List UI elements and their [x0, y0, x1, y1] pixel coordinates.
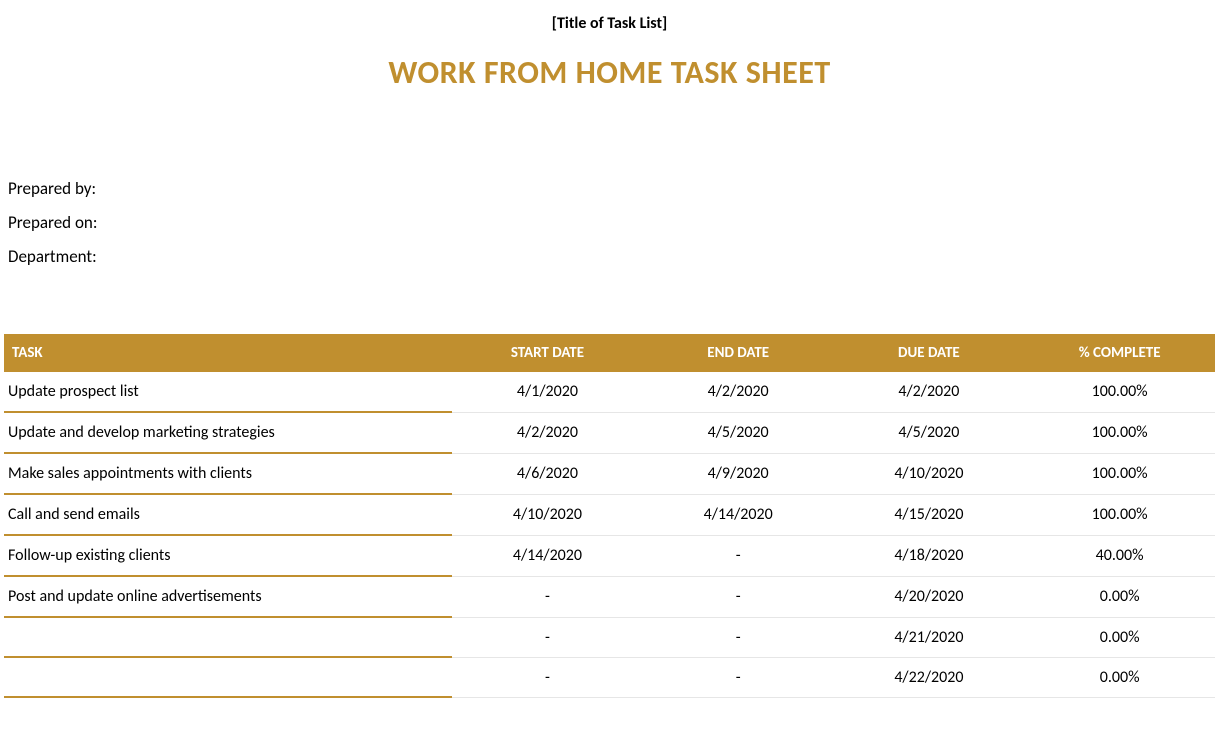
- cell-percent-complete: 0.00%: [1024, 576, 1215, 617]
- table-row: Follow-up existing clients 4/14/2020 - 4…: [4, 535, 1215, 576]
- header-percent-complete: % COMPLETE: [1024, 334, 1215, 372]
- cell-percent-complete: 100.00%: [1024, 412, 1215, 453]
- cell-end-date: -: [643, 535, 834, 576]
- table-row: Make sales appointments with clients 4/6…: [4, 453, 1215, 494]
- table-row: Call and send emails 4/10/2020 4/14/2020…: [4, 494, 1215, 535]
- cell-end-date: 4/9/2020: [643, 453, 834, 494]
- cell-percent-complete: 100.00%: [1024, 494, 1215, 535]
- header-due-date: DUE DATE: [834, 334, 1025, 372]
- cell-end-date: -: [643, 657, 834, 697]
- cell-percent-complete: 40.00%: [1024, 535, 1215, 576]
- table-row: - - 4/22/2020 0.00%: [4, 657, 1215, 697]
- cell-start-date: 4/6/2020: [452, 453, 643, 494]
- cell-start-date: 4/2/2020: [452, 412, 643, 453]
- cell-start-date: 4/14/2020: [452, 535, 643, 576]
- cell-end-date: -: [643, 617, 834, 657]
- cell-due-date: 4/20/2020: [834, 576, 1025, 617]
- cell-due-date: 4/10/2020: [834, 453, 1025, 494]
- header-start-date: START DATE: [452, 334, 643, 372]
- cell-end-date: 4/5/2020: [643, 412, 834, 453]
- prepared-by-label: Prepared by:: [8, 172, 1215, 206]
- cell-percent-complete: 0.00%: [1024, 617, 1215, 657]
- header-task: TASK: [4, 334, 452, 372]
- cell-percent-complete: 100.00%: [1024, 372, 1215, 412]
- cell-start-date: 4/10/2020: [452, 494, 643, 535]
- table-row: Update and develop marketing strategies …: [4, 412, 1215, 453]
- table-header-row: TASK START DATE END DATE DUE DATE % COMP…: [4, 334, 1215, 372]
- cell-percent-complete: 100.00%: [1024, 453, 1215, 494]
- task-table: TASK START DATE END DATE DUE DATE % COMP…: [4, 334, 1215, 698]
- cell-task: Update prospect list: [4, 372, 452, 412]
- cell-due-date: 4/5/2020: [834, 412, 1025, 453]
- cell-start-date: -: [452, 657, 643, 697]
- cell-due-date: 4/22/2020: [834, 657, 1025, 697]
- meta-block: Prepared by: Prepared on: Department:: [4, 172, 1215, 274]
- prepared-on-label: Prepared on:: [8, 206, 1215, 240]
- main-title: WORK FROM HOME TASK SHEET: [4, 53, 1215, 92]
- cell-end-date: -: [643, 576, 834, 617]
- cell-end-date: 4/14/2020: [643, 494, 834, 535]
- cell-due-date: 4/2/2020: [834, 372, 1025, 412]
- table-row: - - 4/21/2020 0.00%: [4, 617, 1215, 657]
- cell-task: Call and send emails: [4, 494, 452, 535]
- cell-end-date: 4/2/2020: [643, 372, 834, 412]
- header-end-date: END DATE: [643, 334, 834, 372]
- cell-due-date: 4/18/2020: [834, 535, 1025, 576]
- cell-start-date: -: [452, 617, 643, 657]
- cell-task: Post and update online advertisements: [4, 576, 452, 617]
- task-sheet-page: [Title of Task List] WORK FROM HOME TASK…: [0, 0, 1219, 736]
- department-label: Department:: [8, 240, 1215, 274]
- placeholder-title: [Title of Task List]: [4, 14, 1215, 33]
- table-row: Update prospect list 4/1/2020 4/2/2020 4…: [4, 372, 1215, 412]
- cell-task: Follow-up existing clients: [4, 535, 452, 576]
- cell-task: [4, 617, 452, 657]
- cell-due-date: 4/15/2020: [834, 494, 1025, 535]
- cell-percent-complete: 0.00%: [1024, 657, 1215, 697]
- cell-start-date: -: [452, 576, 643, 617]
- cell-start-date: 4/1/2020: [452, 372, 643, 412]
- cell-task: Update and develop marketing strategies: [4, 412, 452, 453]
- table-row: Post and update online advertisements - …: [4, 576, 1215, 617]
- cell-task: [4, 657, 452, 697]
- cell-task: Make sales appointments with clients: [4, 453, 452, 494]
- cell-due-date: 4/21/2020: [834, 617, 1025, 657]
